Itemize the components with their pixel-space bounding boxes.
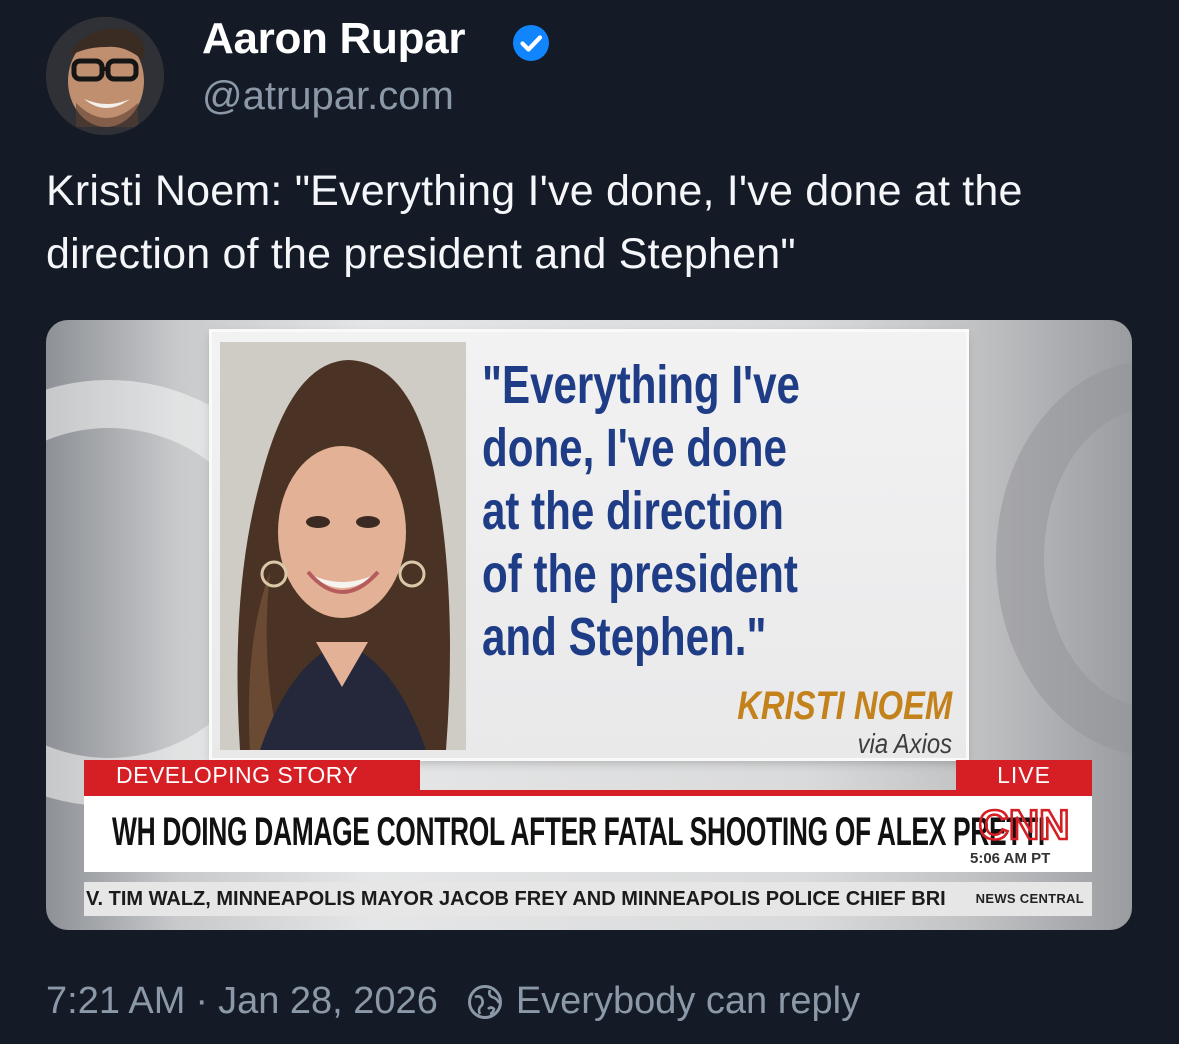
broadcast-time: 5:06 AM PT <box>970 850 1051 867</box>
post-meta: 7:21 AM · Jan 28, 2026 Everybody can rep… <box>46 980 860 1023</box>
author-name[interactable]: Aaron Rupar <box>202 14 465 64</box>
cnn-logo-icon: CNN <box>977 802 1071 846</box>
avatar-photo <box>46 17 164 135</box>
post-text: Kristi Noem: "Everything I've done, I've… <box>46 167 1023 278</box>
quote-line: and Stephen." <box>482 607 767 667</box>
cnn-logo-text: CNN <box>979 802 1070 846</box>
author-avatar[interactable] <box>46 17 164 135</box>
chyron-headline: WH DOING DAMAGE CONTROL AFTER FATAL SHOO… <box>112 810 1045 854</box>
quote-text: "Everything I've done, I've done at the … <box>482 354 841 669</box>
post-header: Aaron Rupar @atrupar.com <box>46 10 1146 135</box>
chyron: WH DOING DAMAGE CONTROL AFTER FATAL SHOO… <box>84 790 1092 872</box>
quote-line: of the president <box>482 544 798 604</box>
author-handle[interactable]: @atrupar.com <box>202 74 454 119</box>
live-label: LIVE <box>956 760 1092 790</box>
post-date[interactable]: Jan 28, 2026 <box>218 980 438 1023</box>
verified-badge-icon <box>513 25 549 61</box>
quote-source: via Axios <box>857 728 952 759</box>
post-image[interactable]: "Everything I've done, I've done at the … <box>46 320 1132 930</box>
ticker-text: V. TIM WALZ, MINNEAPOLIS MAYOR JACOB FRE… <box>86 888 946 910</box>
portrait-photo <box>220 342 466 750</box>
portrait-image <box>220 342 466 750</box>
developing-story-label: DEVELOPING STORY <box>84 760 420 790</box>
background-decoration <box>996 360 1132 756</box>
quote-line: done, I've done <box>482 418 787 478</box>
ticker: V. TIM WALZ, MINNEAPOLIS MAYOR JACOB FRE… <box>84 882 1092 916</box>
reply-setting[interactable]: Everybody can reply <box>516 980 860 1023</box>
network-label: NEWS CENTRAL <box>965 882 1092 916</box>
quote-attribution-name: KRISTI NOEM <box>736 684 952 728</box>
meta-separator: · <box>195 980 209 1022</box>
globe-icon <box>467 984 502 1019</box>
quote-card: "Everything I've done, I've done at the … <box>212 332 966 759</box>
post-time[interactable]: 7:21 AM <box>46 980 185 1023</box>
quote-line: at the direction <box>482 481 784 541</box>
quote-line: "Everything I've <box>482 355 800 415</box>
